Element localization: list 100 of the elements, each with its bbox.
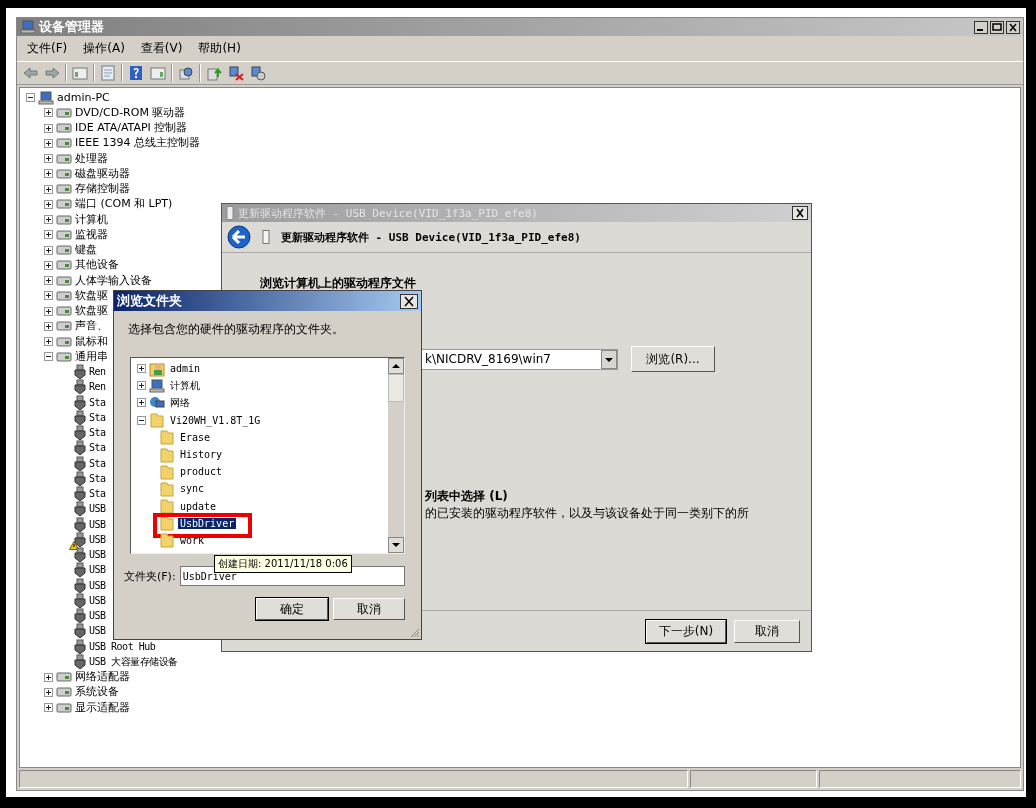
device-item[interactable]: Sta bbox=[89, 426, 106, 441]
category-item[interactable]: 磁盘驱动器 bbox=[75, 166, 130, 181]
category-item[interactable]: IEEE 1394 总线主控制器 bbox=[75, 136, 201, 151]
category-item[interactable]: 通用串 bbox=[75, 349, 108, 364]
category-item[interactable]: 存储控制器 bbox=[75, 182, 130, 197]
device-item[interactable]: Ren bbox=[89, 365, 106, 380]
expand-toggle[interactable] bbox=[44, 276, 53, 286]
device-item[interactable]: Sta bbox=[89, 395, 106, 410]
menu-item[interactable]: 文件(F) bbox=[21, 39, 74, 58]
expand-toggle[interactable] bbox=[137, 364, 146, 374]
option-title[interactable]: 列表中选择 (L) bbox=[425, 488, 811, 505]
category-item[interactable]: 软盘驱 bbox=[75, 288, 108, 303]
expand-toggle[interactable] bbox=[44, 306, 53, 316]
collapse-toggle[interactable] bbox=[26, 93, 35, 103]
category-item[interactable]: 监视器 bbox=[75, 227, 108, 242]
category-item[interactable]: 键盘 bbox=[75, 243, 97, 258]
menu-item[interactable]: 查看(V) bbox=[134, 39, 189, 58]
category-item[interactable]: 人体学输入设备 bbox=[75, 273, 152, 288]
expand-toggle[interactable] bbox=[44, 672, 53, 682]
expand-toggle[interactable] bbox=[44, 230, 53, 240]
device-item[interactable]: USB 大容量存储设备 bbox=[89, 654, 178, 669]
device-item[interactable]: USB bbox=[89, 563, 106, 578]
browse-button[interactable]: 浏览(R)... bbox=[631, 346, 715, 372]
cancel-button[interactable]: 取消 bbox=[333, 598, 405, 620]
device-item[interactable]: Sta bbox=[89, 471, 106, 486]
category-item[interactable]: IDE ATA/ATAPI 控制器 bbox=[75, 121, 188, 136]
expand-toggle[interactable] bbox=[44, 245, 53, 255]
plus-icon bbox=[45, 322, 52, 330]
dialog-title: 浏览文件夹 bbox=[117, 292, 183, 310]
expand-toggle[interactable] bbox=[44, 687, 53, 697]
category-item[interactable]: 显示适配器 bbox=[75, 700, 130, 715]
scan-icon[interactable] bbox=[178, 65, 194, 81]
category-item[interactable]: 计算机 bbox=[75, 212, 108, 227]
device-item[interactable]: USB bbox=[89, 532, 106, 547]
folder-item[interactable]: work bbox=[178, 534, 207, 546]
expand-toggle[interactable] bbox=[44, 184, 53, 194]
device-item[interactable]: USB bbox=[89, 517, 106, 532]
expand-toggle[interactable] bbox=[137, 398, 146, 408]
device-item[interactable]: USB bbox=[89, 502, 106, 517]
device-item[interactable]: Sta bbox=[89, 456, 106, 471]
folder-item[interactable]: UsbDriver bbox=[178, 517, 237, 529]
device-item[interactable]: USB bbox=[89, 593, 106, 608]
category-item[interactable]: 鼠标和 bbox=[75, 334, 108, 349]
folder-item[interactable]: 计算机 bbox=[168, 378, 202, 393]
category-item[interactable]: 系统设备 bbox=[75, 685, 119, 700]
folder-item[interactable]: update bbox=[178, 500, 219, 512]
menu-item[interactable]: 操作(A) bbox=[77, 39, 131, 58]
expand-toggle[interactable] bbox=[44, 337, 53, 347]
folder-item[interactable]: Erase bbox=[178, 431, 213, 443]
device-item[interactable]: Sta bbox=[89, 441, 106, 456]
category-item[interactable]: 端口 (COM 和 LPT) bbox=[75, 197, 173, 212]
maximize-icon bbox=[990, 20, 1004, 34]
folder-item[interactable]: admin bbox=[168, 363, 203, 375]
device-item[interactable]: USB bbox=[89, 548, 106, 563]
computer-item[interactable]: admin-PC bbox=[57, 90, 110, 105]
scrollbar-thumb[interactable] bbox=[388, 374, 404, 402]
expand-toggle[interactable] bbox=[137, 381, 146, 391]
close-icon[interactable] bbox=[400, 293, 418, 309]
next-button[interactable]: 下一步(N) bbox=[646, 619, 726, 643]
category-item[interactable]: 其他设备 bbox=[75, 258, 119, 273]
menu-item[interactable]: 帮助(H) bbox=[192, 39, 247, 58]
plus-icon bbox=[45, 231, 52, 239]
disable-icon[interactable] bbox=[250, 65, 266, 81]
folder-item[interactable]: History bbox=[178, 449, 225, 461]
help-icon[interactable] bbox=[128, 65, 144, 81]
expand-toggle[interactable] bbox=[44, 321, 53, 331]
category-item[interactable]: DVD/CD-ROM 驱动器 bbox=[75, 105, 186, 120]
category-item[interactable]: 软盘驱 bbox=[75, 304, 108, 319]
cancel-button[interactable]: 取消 bbox=[734, 619, 800, 643]
expand-toggle[interactable] bbox=[44, 123, 53, 133]
expand-toggle[interactable] bbox=[44, 199, 53, 209]
uninstall-icon[interactable] bbox=[228, 65, 244, 81]
expand-toggle[interactable] bbox=[44, 108, 53, 118]
device-item[interactable]: USB bbox=[89, 624, 106, 639]
expand-toggle[interactable] bbox=[44, 169, 53, 179]
device-item[interactable]: Ren bbox=[89, 380, 106, 395]
folder-item[interactable]: Vi20WH_V1.8T_1G bbox=[168, 414, 263, 426]
device-item[interactable]: USB bbox=[89, 609, 106, 624]
device-item[interactable]: Sta bbox=[89, 410, 106, 425]
folder-item[interactable]: 网络 bbox=[168, 395, 192, 410]
device-item[interactable]: USB bbox=[89, 578, 106, 593]
expand-toggle[interactable] bbox=[44, 703, 53, 713]
expand-toggle[interactable] bbox=[44, 260, 53, 270]
collapse-toggle[interactable] bbox=[137, 415, 146, 425]
update-icon[interactable] bbox=[206, 65, 222, 81]
expand-toggle[interactable] bbox=[44, 215, 53, 225]
category-item[interactable]: 声音、 bbox=[75, 319, 108, 334]
ok-button[interactable]: 确定 bbox=[256, 598, 328, 620]
device-item[interactable]: Sta bbox=[89, 487, 106, 502]
expand-toggle[interactable] bbox=[44, 291, 53, 301]
back-icon[interactable] bbox=[227, 225, 251, 249]
expand-toggle[interactable] bbox=[44, 154, 53, 164]
folder-item[interactable]: sync bbox=[178, 483, 207, 495]
device-item[interactable]: USB Root Hub bbox=[89, 639, 156, 654]
collapse-toggle[interactable] bbox=[44, 352, 53, 362]
folder-item[interactable]: product bbox=[178, 466, 225, 478]
category-item[interactable]: 处理器 bbox=[75, 151, 108, 166]
category-item[interactable]: 网络适配器 bbox=[75, 670, 130, 685]
scrollbar[interactable] bbox=[388, 358, 404, 553]
expand-toggle[interactable] bbox=[44, 138, 53, 148]
